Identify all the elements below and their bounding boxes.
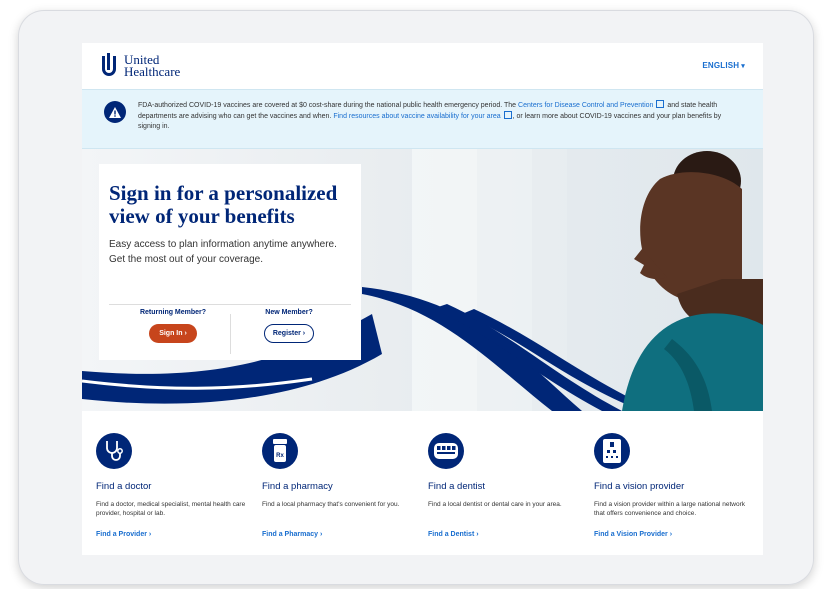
signin-subtitle: Easy access to plan information anytime … <box>109 237 349 267</box>
find-pharmacy-card: Rx Find a pharmacy Find a local pharmacy… <box>262 433 422 538</box>
returning-member-label: Returning Member? <box>139 309 207 316</box>
caret-down-icon: ▾ <box>741 63 745 70</box>
hero-section: Sign in for a personalized view of your … <box>82 149 763 411</box>
language-label: ENGLISH <box>702 61 740 70</box>
external-link-icon <box>503 111 512 119</box>
service-description: Find a local pharmacy that's convenient … <box>262 501 400 508</box>
unitedhealthcare-logo[interactable]: United Healthcare <box>100 53 180 79</box>
signin-heading: Sign in for a personalized view of your … <box>109 181 338 228</box>
new-member-label: New Member? <box>265 309 313 316</box>
service-description: Find a local dentist or dental care in y… <box>428 501 562 508</box>
find-vision-provider-link[interactable]: Find a Vision Provider › <box>594 531 754 538</box>
signin-subtitle-line1: Easy access to plan information anytime … <box>109 239 337 250</box>
service-title: Find a dentist <box>428 481 486 492</box>
register-button[interactable]: Register › <box>263 324 315 343</box>
service-title: Find a doctor <box>96 481 152 492</box>
find-dentist-link[interactable]: Find a Dentist › <box>428 531 588 538</box>
find-provider-link[interactable]: Find a Provider › <box>96 531 256 538</box>
vaccine-resources-link[interactable]: Find resources about vaccine availabilit… <box>333 113 500 120</box>
eye-chart-icon <box>594 433 630 469</box>
alert-text-1: FDA-authorized COVID-19 vaccines are cov… <box>138 102 519 109</box>
find-pharmacy-link[interactable]: Find a Pharmacy › <box>262 531 422 538</box>
covid-alert-banner: FDA-authorized COVID-19 vaccines are cov… <box>82 89 763 149</box>
sign-in-button[interactable]: Sign In › <box>149 324 197 343</box>
services-section: Find a doctor Find a doctor, medical spe… <box>82 411 763 555</box>
new-member-column: New Member? Register › <box>229 309 349 343</box>
returning-member-column: Returning Member? Sign In › <box>113 309 233 343</box>
pill-bottle-icon: Rx <box>262 433 298 469</box>
service-description: Find a vision provider within a large na… <box>594 501 746 517</box>
service-description: Find a doctor, medical specialist, menta… <box>96 501 246 517</box>
external-link-icon <box>656 100 665 108</box>
logo-mark-icon <box>102 53 116 76</box>
alert-message: FDA-authorized COVID-19 vaccines are cov… <box>138 100 738 132</box>
signin-subtitle-line2: Get the most out of your coverage. <box>109 254 263 265</box>
service-title: Find a vision provider <box>594 481 685 492</box>
site-header: United Healthcare ENGLISH ▾ <box>82 43 763 89</box>
svg-text:Rx: Rx <box>276 453 284 459</box>
logo-line2: Healthcare <box>124 64 181 79</box>
find-dentist-card: Find a dentist Find a local dentist or d… <box>428 433 588 538</box>
find-doctor-card: Find a doctor Find a doctor, medical spe… <box>96 433 256 538</box>
signin-divider <box>109 304 351 305</box>
warning-icon <box>104 101 126 123</box>
logo-wordmark: United Healthcare <box>124 53 181 79</box>
signin-card: Sign in for a personalized view of your … <box>99 164 361 360</box>
stethoscope-icon <box>96 433 132 469</box>
teeth-icon <box>428 433 464 469</box>
browser-viewport: United Healthcare ENGLISH ▾ FDA-authorize… <box>82 43 763 555</box>
find-vision-card: Find a vision provider Find a vision pro… <box>594 433 754 538</box>
cdc-link[interactable]: Centers for Disease Control and Preventi… <box>518 102 653 109</box>
service-title: Find a pharmacy <box>262 481 333 492</box>
language-selector[interactable]: ENGLISH ▾ <box>702 61 745 70</box>
